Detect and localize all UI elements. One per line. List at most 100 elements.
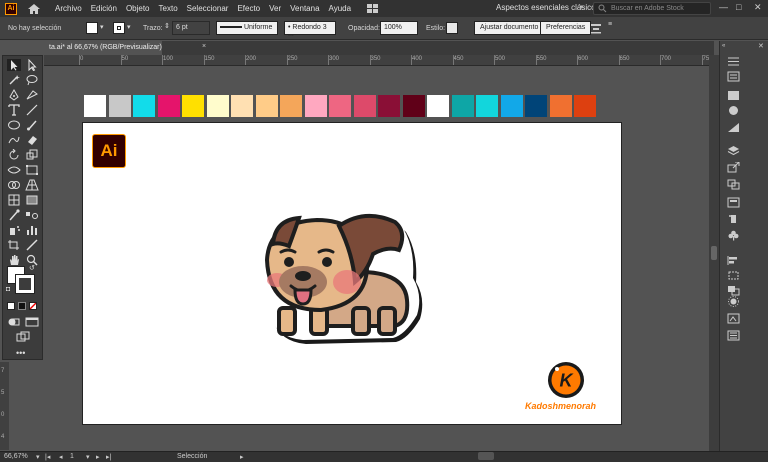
next-artboard-icon[interactable]: ▸ — [96, 453, 100, 461]
line-segment-tool[interactable] — [25, 104, 39, 116]
palette-swatch[interactable] — [378, 95, 400, 117]
palette-swatch[interactable] — [500, 95, 523, 117]
shaper-tool[interactable] — [7, 134, 21, 146]
status-arrow-icon[interactable]: ▸ — [240, 453, 244, 461]
brush-dropdown[interactable]: • Redondo 3 ... — [284, 21, 336, 38]
arrange-documents-icon[interactable] — [367, 4, 379, 13]
artboard-dropdown-icon[interactable]: ▾ — [86, 453, 90, 461]
minimize-icon[interactable]: — — [719, 2, 728, 12]
palette-swatch[interactable] — [574, 95, 596, 117]
adobe-stock-search[interactable]: Buscar en Adobe Stock — [593, 2, 711, 15]
paintbrush-tool[interactable] — [25, 119, 39, 131]
links-panel-button[interactable] — [727, 197, 740, 208]
menu-archivo[interactable]: Archivo — [55, 4, 82, 13]
first-artboard-icon[interactable]: |◂ — [45, 453, 50, 461]
mesh-tool[interactable] — [7, 194, 21, 206]
eraser-tool[interactable] — [25, 134, 39, 146]
chevron-down-icon[interactable]: ▾ — [580, 3, 584, 11]
preferences-button[interactable]: Preferencias — [540, 21, 592, 35]
change-screen-mode-button[interactable] — [16, 331, 30, 343]
symbol-sprayer-tool[interactable] — [7, 224, 21, 236]
perspective-grid-tool[interactable] — [25, 179, 39, 191]
color-panel-button[interactable] — [727, 90, 740, 101]
pathfinder-panel-button[interactable] — [727, 285, 740, 296]
close-panels-icon[interactable]: ✕ — [758, 42, 764, 50]
none-mode-button[interactable] — [29, 302, 37, 310]
more-tools-icon[interactable]: ••• — [16, 348, 25, 358]
menu-seleccionar[interactable]: Seleccionar — [187, 4, 229, 13]
pen-tool[interactable] — [7, 88, 21, 101]
shape-builder-tool[interactable] — [7, 179, 21, 191]
home-icon[interactable] — [27, 3, 41, 15]
layers-panel-button[interactable] — [727, 145, 740, 156]
maximize-icon[interactable]: □ — [736, 2, 741, 12]
free-transform-tool[interactable] — [25, 164, 39, 176]
stroke-stepper-icon[interactable]: ⇕ — [164, 22, 170, 30]
artboard-tool[interactable] — [7, 239, 21, 251]
width-tool[interactable] — [7, 164, 21, 176]
stroke-color-swatch[interactable] — [15, 274, 35, 294]
stroke-weight-field[interactable]: 6 pt — [172, 21, 210, 35]
zoom-level[interactable]: 66,67% — [4, 453, 28, 460]
palette-swatch[interactable] — [206, 95, 229, 117]
last-artboard-icon[interactable]: ▸| — [106, 453, 111, 461]
slice-tool[interactable] — [25, 239, 39, 251]
type-tool[interactable] — [7, 104, 21, 116]
scale-tool[interactable] — [25, 149, 39, 161]
menu-objeto[interactable]: Objeto — [126, 4, 150, 13]
artboard-number[interactable]: 1 — [70, 453, 74, 460]
graphic-styles-panel-button[interactable] — [727, 313, 740, 324]
prev-artboard-icon[interactable]: ◂ — [59, 453, 63, 461]
stroke-dropdown-icon[interactable]: ▾ — [127, 23, 131, 31]
zoom-dropdown-icon[interactable]: ▾ — [36, 453, 40, 461]
fill-dropdown-icon[interactable]: ▾ — [100, 23, 104, 31]
rotate-tool[interactable] — [7, 148, 21, 161]
brushes-panel-button[interactable] — [727, 230, 740, 241]
palette-swatch[interactable] — [84, 95, 106, 117]
stroke-swatch[interactable] — [113, 22, 125, 34]
asset-export-panel-button[interactable] — [727, 330, 740, 341]
close-icon[interactable]: ✕ — [754, 2, 762, 13]
gradient-mode-button[interactable] — [18, 302, 26, 310]
horizontal-scroll-thumb[interactable] — [478, 452, 494, 460]
default-colors-icon[interactable]: ◘ — [6, 286, 10, 293]
palette-swatch[interactable] — [549, 95, 572, 117]
palette-swatch[interactable] — [353, 95, 376, 117]
eyedropper-tool[interactable] — [7, 209, 21, 221]
palette-swatch[interactable] — [280, 95, 302, 117]
style-swatch[interactable] — [446, 22, 458, 34]
close-tab-icon[interactable]: × — [202, 43, 206, 50]
color-mode-button[interactable] — [7, 302, 15, 310]
magic-wand-tool[interactable] — [7, 74, 21, 86]
draw-mode-button[interactable] — [7, 316, 21, 328]
direct-selection-tool[interactable] — [25, 58, 39, 72]
palette-swatch[interactable] — [255, 95, 278, 117]
screen-mode-button[interactable] — [25, 316, 39, 328]
menu-efecto[interactable]: Efecto — [237, 4, 260, 13]
workspace-switcher[interactable]: Aspectos esenciales clásicos — [496, 3, 600, 12]
stroke-profile-dropdown[interactable]: Uniforme — [216, 21, 278, 35]
ellipse-tool[interactable] — [7, 119, 21, 131]
align-icon[interactable] — [590, 23, 602, 34]
transform-panel-button[interactable] — [727, 270, 740, 281]
swap-colors-icon[interactable]: ↺ — [29, 264, 35, 272]
libraries-panel-button[interactable] — [727, 71, 740, 82]
vertical-ruler[interactable]: 7 5 0 4 — [0, 362, 9, 450]
selection-tool[interactable] — [7, 59, 21, 71]
menu-ayuda[interactable]: Ayuda — [329, 4, 352, 13]
menu-ventana[interactable]: Ventana — [290, 4, 319, 13]
menu-texto[interactable]: Texto — [159, 4, 178, 13]
palette-swatch[interactable] — [304, 95, 327, 117]
blend-tool[interactable] — [25, 209, 39, 221]
opacity-field[interactable]: 100% — [380, 21, 418, 35]
properties-panel-button[interactable] — [727, 56, 740, 67]
palette-swatch[interactable] — [182, 95, 204, 117]
align-panel-button[interactable] — [727, 255, 740, 266]
adjust-document-button[interactable]: Ajustar documento — [474, 21, 545, 35]
palette-swatch[interactable] — [476, 95, 498, 117]
palette-swatch[interactable] — [427, 95, 449, 117]
lasso-tool[interactable] — [25, 74, 39, 86]
appearance-panel-button[interactable] — [727, 296, 740, 307]
palette-swatch[interactable] — [451, 95, 474, 117]
palette-swatch[interactable] — [157, 95, 180, 117]
